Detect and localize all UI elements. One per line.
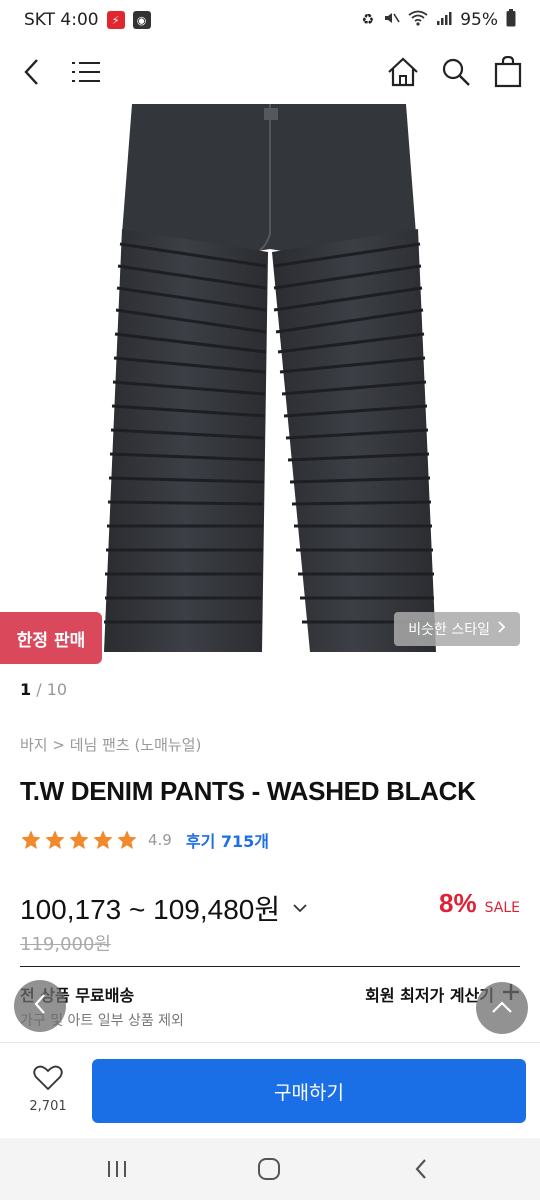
app-notification-icon: ◉ [132,11,151,29]
star-icon [93,830,113,849]
star-icon [21,830,41,849]
floating-back-button[interactable] [14,980,66,1032]
sale-label: SALE [484,900,520,916]
limited-sale-badge: 한정 판매 [0,612,102,664]
member-calc-label: 회원 최저가 계산기 [365,986,494,1005]
home-icon[interactable] [383,52,423,92]
battery-saver-icon: ♻ [361,12,375,28]
review-count-link[interactable]: 후기 715개 [186,828,269,852]
similar-style-button[interactable]: 비슷한 스타일 [394,612,520,646]
rating-stars [20,829,138,851]
scroll-top-button[interactable] [476,982,528,1034]
discount: 8% SALE [439,888,520,919]
similar-style-label: 비슷한 스타일 [408,622,490,638]
menu-icon[interactable] [66,52,106,92]
mute-icon [382,9,400,32]
original-price: 119,000원 [20,934,111,955]
cart-icon[interactable] [488,52,528,92]
star-icon [45,830,65,849]
chevron-left-icon [33,993,47,1019]
android-home-icon[interactable] [254,1154,284,1184]
star-icon [117,830,137,849]
breadcrumb[interactable]: 바지 > 데님 팬츠 (노매뉴얼) [20,734,201,755]
price-range: 100,173 ~ 109,480원 [20,894,281,925]
buy-button[interactable]: 구매하기 [92,1059,526,1123]
status-bar: SKT 4:00 ⚡ ◉ ♻ 95% [0,0,540,40]
like-count: 2,701 [29,1099,67,1114]
chevron-right-icon [498,621,506,637]
android-nav-bar [0,1138,540,1200]
rating-value: 4.9 [148,831,172,849]
chevron-down-icon[interactable] [292,900,308,916]
like-button[interactable]: 2,701 [18,1065,78,1114]
recent-apps-icon[interactable] [102,1154,132,1184]
back-icon[interactable] [12,52,52,92]
divider [20,966,520,967]
image-index: 1 [20,680,32,699]
heart-icon [33,1065,63,1095]
signal-icon [436,10,452,31]
rating-row: 4.9 후기 715개 [20,828,269,852]
wifi-icon [408,10,428,31]
battery-text: 95% [460,10,498,30]
star-icon [69,830,89,849]
flash-notification-icon: ⚡ [106,11,125,29]
search-icon[interactable] [436,52,476,92]
battery-icon [506,8,516,32]
product-image[interactable] [0,104,540,672]
top-nav [0,44,540,102]
image-page-counter: 1 / 10 [20,680,67,699]
purchase-bar: 2,701 구매하기 [0,1042,540,1138]
chevron-up-icon [491,999,513,1018]
price-row[interactable]: 100,173 ~ 109,480원 [20,888,308,928]
product-title: T.W DENIM PANTS - WASHED BLACK [20,776,476,806]
image-total: / 10 [36,680,68,699]
discount-percent: 8% [439,888,477,918]
carrier-time: SKT 4:00 [24,10,99,30]
denim-pants-image [104,104,436,652]
android-back-icon[interactable] [406,1154,436,1184]
